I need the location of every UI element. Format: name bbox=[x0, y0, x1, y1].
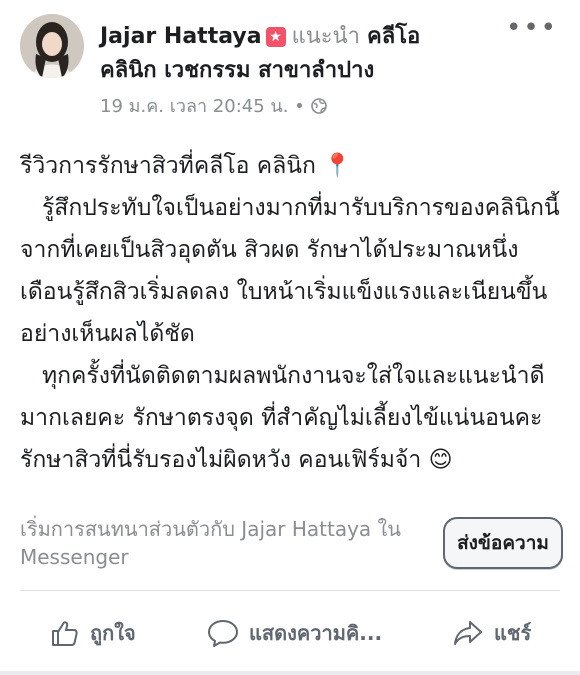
comment-button[interactable]: แสดงความคิ... bbox=[207, 608, 382, 658]
avatar[interactable] bbox=[20, 14, 84, 78]
messenger-prompt-text: เริ่มการสนทนาส่วนตัวกับ Jajar Hattaya ใน… bbox=[20, 517, 401, 569]
thumbs-up-icon bbox=[52, 621, 78, 646]
author-name[interactable]: Jajar Hattaya bbox=[100, 24, 262, 49]
send-message-button[interactable]: ส่งข้อความ bbox=[443, 517, 563, 569]
page-name-line2[interactable]: คลินิก เวชกรรม สาขาลำปาง bbox=[100, 58, 374, 83]
globe-icon bbox=[310, 98, 327, 114]
post-body: รีวิวการรักษาสิวที่คลีโอ คลินิก 📍 รู้สึก… bbox=[20, 145, 565, 481]
avatar-photo-icon bbox=[20, 14, 84, 78]
like-button[interactable]: ถูกใจ bbox=[50, 608, 136, 658]
like-label: ถูกใจ bbox=[90, 621, 136, 645]
comment-label: แสดงความคิ... bbox=[249, 621, 383, 645]
post-paragraph-3: ทุกครั้งที่นัดติดตามผลพนักงานจะใส่ใจและแ… bbox=[20, 363, 550, 473]
bottom-separator bbox=[0, 671, 580, 675]
post-paragraph-2: รู้สึกประทับใจเป็นอย่างมากที่มารับบริการ… bbox=[20, 195, 567, 347]
share-button[interactable]: แชร์ bbox=[452, 608, 531, 658]
messenger-prompt-row: เริ่มการสนทนาส่วนตัวกับ Jajar Hattaya ใน… bbox=[20, 515, 565, 575]
divider bbox=[20, 590, 560, 591]
author-line: Jajar Hattaya ★ แนะนำ คลีโอ คลินิก เวชกรรม… bbox=[100, 20, 520, 88]
recommend-star-icon: ★ bbox=[265, 27, 286, 47]
more-options-icon[interactable]: ••• bbox=[506, 15, 558, 41]
recommends-label: แนะนำ bbox=[291, 24, 361, 49]
share-arrow-icon bbox=[454, 621, 482, 645]
page-name-line1[interactable]: คลีโอ bbox=[367, 24, 420, 49]
post-meta: 19 ม.ค. เวลา 20:45 น. • bbox=[100, 95, 327, 119]
action-bar: ถูกใจ แสดงความคิ... แชร์ bbox=[0, 600, 580, 670]
meta-separator: • bbox=[294, 96, 305, 117]
post-header: Jajar Hattaya ★ แนะนำ คลีโอ คลินิก เวชกรรม… bbox=[0, 0, 580, 130]
comment-bubble-icon bbox=[208, 620, 238, 647]
share-label: แชร์ bbox=[494, 621, 532, 645]
post-timestamp[interactable]: 19 ม.ค. เวลา 20:45 น. bbox=[100, 96, 288, 117]
post-paragraph-1: รีวิวการรักษาสิวที่คลีโอ คลินิก 📍 bbox=[20, 153, 352, 179]
